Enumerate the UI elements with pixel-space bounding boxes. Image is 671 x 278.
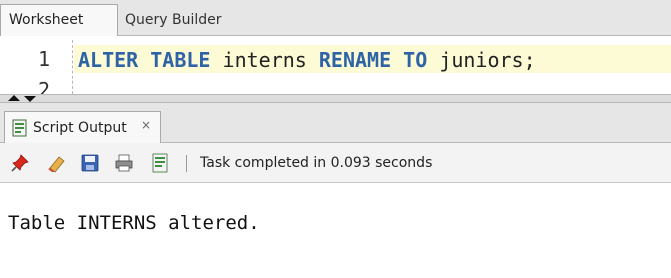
output-toolbar: Task completed in 0.093 seconds <box>0 143 671 183</box>
result-text: Table INTERNS altered. <box>8 212 260 234</box>
tab-script-output-label: Script Output <box>33 120 127 136</box>
tab-script-output[interactable]: Script Output × <box>4 111 161 143</box>
sql-identifier: interns <box>222 48 307 72</box>
tab-worksheet[interactable]: Worksheet <box>0 4 118 36</box>
tab-query-builder-label: Query Builder <box>125 12 222 28</box>
line-number-gutter: 1 2 <box>0 36 72 94</box>
worksheet-tab-bar: Worksheet Query Builder <box>0 0 671 36</box>
sql-keyword: TABLE <box>150 48 211 72</box>
expand-up-icon[interactable] <box>8 95 20 101</box>
toolbar-separator <box>186 155 187 172</box>
status-text: Task completed in 0.093 seconds <box>200 155 433 171</box>
tab-worksheet-label: Worksheet <box>9 12 84 28</box>
output-tab-bar: Script Output × <box>0 103 671 143</box>
collapse-down-icon[interactable] <box>24 96 36 102</box>
script-output-area[interactable]: Table INTERNS altered. <box>0 183 671 278</box>
pin-icon[interactable] <box>10 153 30 173</box>
sql-keyword: TO <box>403 48 428 72</box>
script-icon[interactable] <box>150 153 170 173</box>
sql-identifier: juniors; <box>439 48 536 72</box>
eraser-icon[interactable] <box>46 153 66 173</box>
script-output-icon <box>11 119 29 141</box>
print-icon[interactable] <box>114 153 134 173</box>
panel-splitter[interactable] <box>0 94 671 103</box>
sql-keyword: RENAME <box>318 48 392 72</box>
tab-query-builder[interactable]: Query Builder <box>118 4 258 36</box>
close-icon[interactable]: × <box>141 118 151 132</box>
code-line-current[interactable]: ALTER TABLE interns RENAME TO juniors; <box>74 45 671 73</box>
sql-editor[interactable]: 1 2 ALTER TABLE interns RENAME TO junior… <box>0 36 671 94</box>
sql-keyword: ALTER <box>78 48 139 72</box>
save-icon[interactable] <box>80 153 100 173</box>
line-number: 2 <box>37 78 50 94</box>
gutter-divider <box>72 40 73 94</box>
line-number: 1 <box>37 47 50 71</box>
